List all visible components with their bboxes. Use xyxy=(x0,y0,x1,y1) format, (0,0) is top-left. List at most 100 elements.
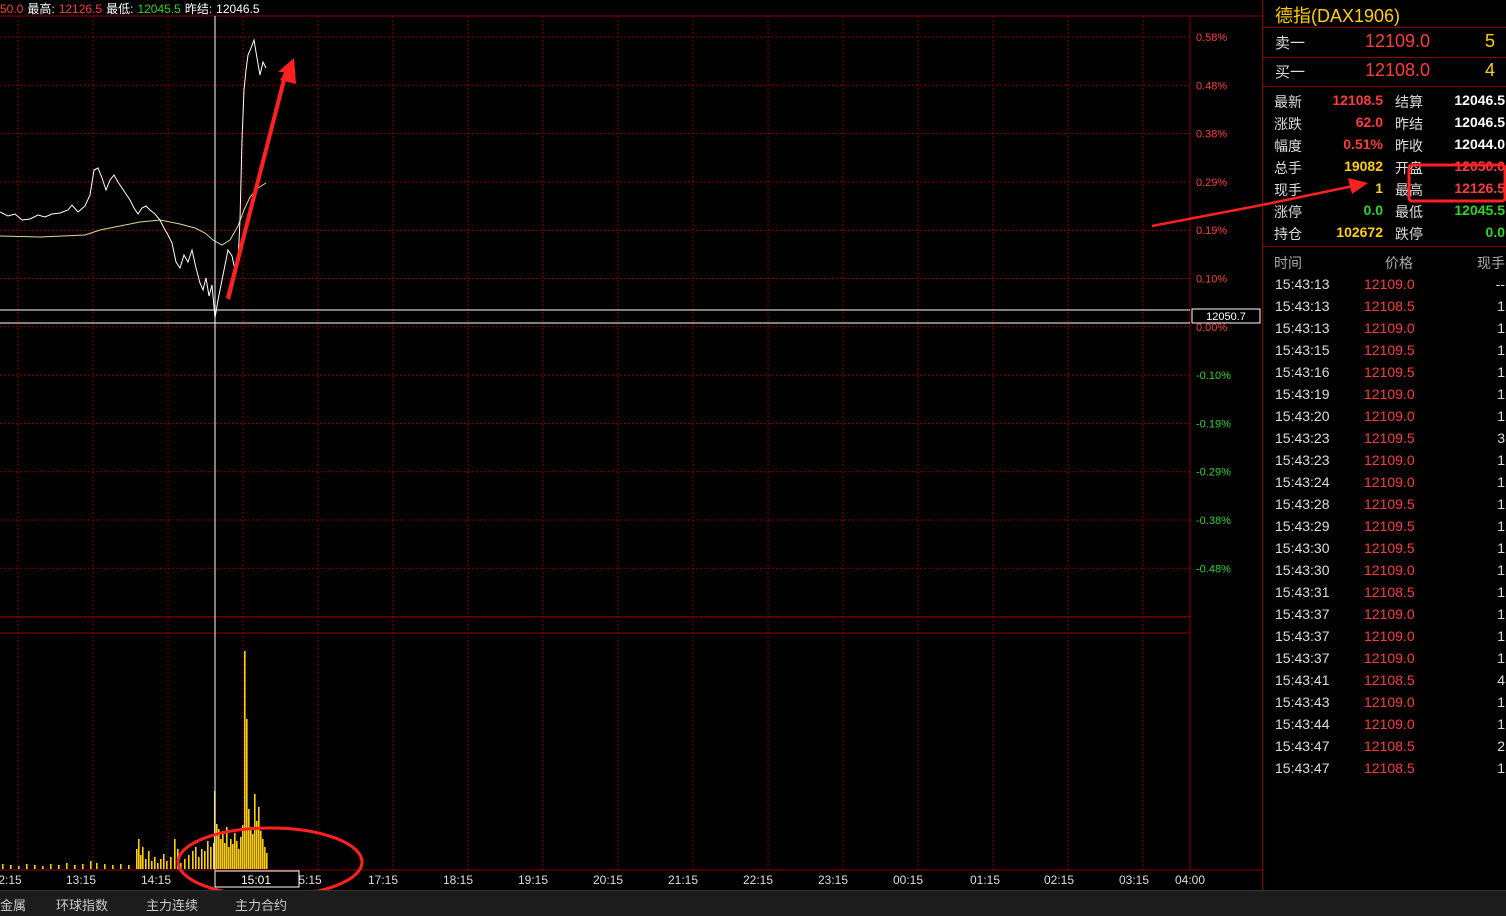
tick-volume: 1 xyxy=(1497,364,1505,380)
tick-row: 15:43:28 12109.5 1 xyxy=(1263,493,1506,515)
volume-bar xyxy=(160,859,162,869)
time-label: 01:15 xyxy=(970,873,1000,887)
tick-price: 12108.5 xyxy=(1364,760,1415,776)
tick-price: 12108.5 xyxy=(1364,672,1415,688)
tick-price: 12109.0 xyxy=(1364,386,1415,402)
tick-volume: 1 xyxy=(1497,760,1505,776)
tick-row: 15:43:19 12109.0 1 xyxy=(1263,383,1506,405)
panel-annotations xyxy=(1407,163,1506,203)
percent-axis: 0.58% 0.48% 0.38% 0.29% 0.19% 0.10% 0.00% -0.10… xyxy=(1196,32,1231,575)
volume-bar xyxy=(50,864,52,869)
tick-row: 15:43:29 12109.5 1 xyxy=(1263,515,1506,537)
volume-bar xyxy=(232,844,234,869)
tick-price: 12108.5 xyxy=(1364,298,1415,314)
volume-bar xyxy=(224,843,226,869)
tick-volume: 1 xyxy=(1497,496,1505,512)
tick-time: 15:43:41 xyxy=(1275,672,1330,688)
tick-row: 15:43:23 12109.5 3 xyxy=(1263,427,1506,449)
time-label: 02:15 xyxy=(1044,873,1074,887)
tab-main-contract[interactable]: 主力合约 xyxy=(235,895,287,914)
tab-global-index[interactable]: 环球指数 xyxy=(56,895,108,914)
volume-bar xyxy=(244,651,246,869)
percent-label: -0.48% xyxy=(1196,563,1231,575)
percent-label: 0.48% xyxy=(1196,80,1227,92)
tick-row: 15:43:15 12109.5 1 xyxy=(1263,339,1506,361)
volume-bar xyxy=(220,839,222,869)
volume-bar xyxy=(254,794,256,869)
volume-bar xyxy=(136,849,138,869)
tick-price: 12109.0 xyxy=(1364,650,1415,666)
tick-price: 12109.0 xyxy=(1364,474,1415,490)
volume-bar xyxy=(188,855,190,869)
tick-row: 15:43:16 12109.5 1 xyxy=(1263,361,1506,383)
volume-bar xyxy=(154,857,156,869)
volume-bar xyxy=(42,866,44,869)
volume-bar xyxy=(96,863,98,869)
tick-price: 12109.0 xyxy=(1364,452,1415,468)
tick-price: 12109.0 xyxy=(1364,716,1415,732)
volume-bar xyxy=(112,865,114,869)
tick-price: 12109.0 xyxy=(1364,320,1415,336)
tick-volume: 1 xyxy=(1497,584,1505,600)
tick-row: 15:43:41 12108.5 4 xyxy=(1263,669,1506,691)
percent-label: 0.58% xyxy=(1196,32,1227,44)
volume-bars xyxy=(2,651,268,869)
volume-bar xyxy=(142,847,144,869)
volume-bar xyxy=(151,861,153,869)
volume-bar xyxy=(74,865,76,869)
tick-volume: 1 xyxy=(1497,650,1505,666)
volume-bar xyxy=(250,827,252,869)
volume-bar xyxy=(104,864,106,869)
time-label: 18:15 xyxy=(443,873,473,887)
crosshair-time: 15:01 xyxy=(241,873,271,887)
time-label: 5:15 xyxy=(298,873,322,887)
tick-row: 15:43:23 12109.0 1 xyxy=(1263,449,1506,471)
volume-bar xyxy=(2,864,4,869)
time-label: 20:15 xyxy=(593,873,623,887)
tick-row: 15:43:47 12108.5 2 xyxy=(1263,735,1506,757)
volume-bar xyxy=(204,851,206,869)
tick-time: 15:43:43 xyxy=(1275,694,1330,710)
volume-bar xyxy=(163,854,165,869)
tick-time: 15:43:15 xyxy=(1275,342,1330,358)
tick-price: 12109.5 xyxy=(1364,518,1415,534)
intraday-chart[interactable]: 0.58% 0.48% 0.38% 0.29% 0.19% 0.10% 0.00% -0.10… xyxy=(0,0,1262,890)
tick-row: 15:43:30 12109.0 1 xyxy=(1263,559,1506,581)
volume-bar xyxy=(198,857,200,869)
percent-label: 0.19% xyxy=(1196,225,1227,237)
tick-volume: 1 xyxy=(1497,716,1505,732)
tick-time: 15:43:37 xyxy=(1275,650,1330,666)
tick-volume: 2 xyxy=(1497,738,1505,754)
tick-time: 15:43:44 xyxy=(1275,716,1330,732)
tick-price: 12109.0 xyxy=(1364,606,1415,622)
tick-price: 12108.5 xyxy=(1364,584,1415,600)
time-label: 17:15 xyxy=(368,873,398,887)
tab-main-continuous[interactable]: 主力连续 xyxy=(146,895,198,914)
time-label: 2:15 xyxy=(0,873,22,887)
volume-bar xyxy=(58,865,60,869)
tick-row: 15:43:44 12109.0 1 xyxy=(1263,713,1506,735)
volume-bar xyxy=(262,839,264,869)
tick-time: 15:43:20 xyxy=(1275,408,1330,424)
volume-bar xyxy=(166,861,168,869)
tick-time: 15:43:13 xyxy=(1275,298,1330,314)
volume-bar xyxy=(242,825,244,869)
tick-volume: 1 xyxy=(1497,540,1505,556)
volume-bar xyxy=(258,807,260,869)
tick-price: 12109.5 xyxy=(1364,540,1415,556)
volume-bar xyxy=(34,865,36,869)
tick-time: 15:43:47 xyxy=(1275,738,1330,754)
tick-time: 15:43:31 xyxy=(1275,584,1330,600)
volume-bar xyxy=(145,859,147,869)
volume-bar xyxy=(170,857,172,869)
tick-volume: 1 xyxy=(1497,342,1505,358)
tick-volume: 1 xyxy=(1497,694,1505,710)
tick-volume: 1 xyxy=(1497,298,1505,314)
panel-arrow-annotation xyxy=(1262,178,1368,207)
volume-bar xyxy=(240,837,242,869)
tick-time: 15:43:19 xyxy=(1275,386,1330,402)
tab-metals[interactable]: 金属 xyxy=(0,895,26,914)
tick-volume: 1 xyxy=(1497,606,1505,622)
volume-bar xyxy=(248,809,250,869)
volume-bar xyxy=(195,847,197,869)
